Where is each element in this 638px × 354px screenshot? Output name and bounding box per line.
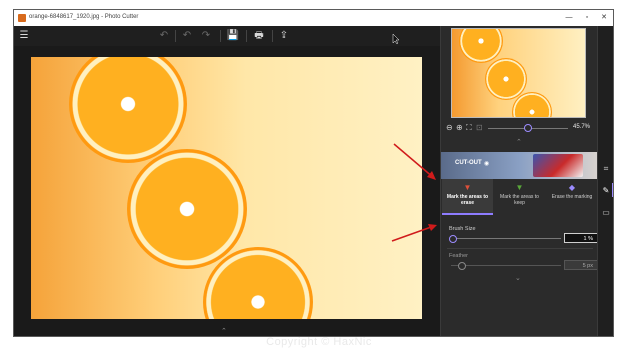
menu-icon[interactable]: ☰: [17, 29, 31, 43]
zoom-out-icon[interactable]: ⊖: [446, 123, 453, 132]
window-title: orange-6848617_1920.jpg - Photo Cutter: [29, 14, 139, 20]
image-icon[interactable]: ▭: [601, 208, 611, 218]
crop-icon[interactable]: ⌗: [601, 164, 611, 174]
toolbar-divider: [175, 30, 176, 42]
toolbar: ☰ ↶ ↶ ↷ 💾 🖶 ⇪: [14, 26, 440, 46]
toolbar-divider: [220, 30, 221, 42]
brush-tool-icon[interactable]: ✎: [601, 186, 611, 196]
toolbar-divider: [246, 30, 247, 42]
mouse-cursor-icon: [392, 33, 400, 45]
tool-rail: ⌗ ✎ ▭: [597, 26, 613, 336]
feather-slider-track[interactable]: [451, 265, 561, 266]
maximize-button[interactable]: ▫: [580, 12, 594, 24]
print-icon[interactable]: 🖶: [252, 29, 266, 43]
feather-slider-thumb[interactable]: [458, 262, 466, 270]
annotation-arrow: [391, 224, 437, 242]
cutout-illustration: [533, 154, 583, 177]
redo-icon[interactable]: ↷: [199, 29, 213, 43]
cutout-banner[interactable]: CUT-OUT ◉: [441, 152, 598, 179]
zoom-value: 45.7%: [573, 124, 591, 130]
brush-size-label: Brush Size: [449, 226, 476, 232]
toolbar-divider: [272, 30, 273, 42]
brush-size-slider-track[interactable]: [451, 238, 561, 239]
zoom-in-icon[interactable]: ⊕: [456, 123, 463, 132]
app-window: orange-6848617_1920.jpg - Photo Cutter —…: [14, 10, 613, 336]
zoom-slider-thumb[interactable]: [524, 124, 532, 132]
right-panel: ⊖ ⊕ ⛶ ⊡ 45.7% ⌃ CUT-OUT ◉ ▼ Mark the are…: [440, 26, 598, 336]
app-icon: [18, 14, 26, 22]
mode-label: Mark the areas to erase: [446, 194, 489, 206]
title-bar: orange-6848617_1920.jpg - Photo Cutter —…: [14, 10, 613, 26]
undo-step-icon[interactable]: ↶: [180, 29, 194, 43]
section-divider: [447, 248, 593, 249]
orange-slice: [485, 58, 527, 100]
chevron-down-icon[interactable]: ⌄: [515, 274, 521, 282]
brush-size-slider-thumb[interactable]: [449, 235, 457, 243]
eye-icon: ◉: [484, 161, 490, 167]
zoom-bar: ⊖ ⊕ ⛶ ⊡ 45.7%: [446, 122, 596, 134]
brush-keep-icon: ▼: [515, 183, 524, 192]
fit-to-window-icon[interactable]: ⛶: [466, 123, 472, 133]
eraser-icon: ◆: [568, 183, 576, 192]
save-icon[interactable]: 💾: [226, 29, 240, 43]
mode-erase-marking-button[interactable]: ◆ Erase the marking: [546, 179, 598, 213]
mode-label: Mark the areas to keep: [500, 194, 539, 206]
close-button[interactable]: ✕: [597, 12, 611, 24]
undo-icon[interactable]: ↶: [157, 29, 171, 43]
feather-label: Feather: [449, 253, 468, 259]
brush-size-input[interactable]: 1 %: [564, 233, 598, 243]
mode-label: Erase the marking: [551, 194, 593, 200]
actual-size-icon[interactable]: ⊡: [476, 123, 483, 132]
orange-slice: [127, 149, 247, 269]
cutout-label: CUT-OUT: [455, 160, 482, 166]
mode-mark-erase-button[interactable]: ▼ Mark the areas to erase: [442, 179, 493, 215]
active-tool-indicator: [612, 183, 613, 197]
brush-erase-icon: ▼: [463, 183, 472, 192]
mode-selector: ▼ Mark the areas to erase ▼ Mark the are…: [441, 179, 598, 215]
annotation-arrow: [393, 143, 436, 180]
orange-slice: [512, 92, 552, 117]
feather-input[interactable]: 5 px: [564, 260, 598, 270]
orange-slice: [459, 29, 503, 63]
orange-photo[interactable]: [31, 57, 422, 319]
image-canvas[interactable]: ⌃: [14, 46, 440, 336]
chevron-up-icon[interactable]: ⌃: [221, 327, 227, 335]
watermark: Copyright © HaxNic: [266, 336, 372, 348]
chevron-up-icon[interactable]: ⌃: [516, 138, 522, 146]
image-preview-thumbnail[interactable]: [451, 28, 586, 118]
mode-mark-keep-button[interactable]: ▼ Mark the areas to keep: [494, 179, 545, 213]
orange-slice: [69, 57, 187, 163]
share-icon[interactable]: ⇪: [277, 29, 291, 43]
minimize-button[interactable]: —: [562, 12, 576, 24]
